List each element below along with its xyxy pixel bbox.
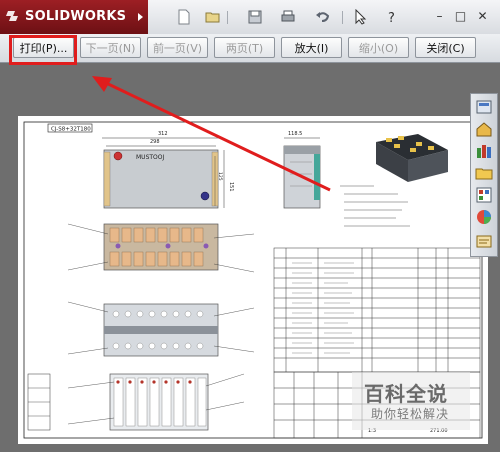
dim-side: 118.5 [288, 131, 302, 137]
watermark-subtitle: 助你轻松解决 [371, 407, 450, 421]
properties-icon[interactable] [475, 232, 493, 250]
dim-height-b: 125 [217, 172, 223, 181]
title-code: CJ-S8+32T180 [51, 127, 91, 133]
resources-icon[interactable] [475, 98, 493, 116]
dim-top2: 298 [150, 139, 160, 145]
solidworks-brand[interactable]: SOLIDWORKS [0, 0, 148, 34]
brand-text: SOLIDWORKS [25, 9, 127, 24]
print-button-highlight [9, 35, 77, 65]
home-icon[interactable] [475, 120, 493, 138]
dim-height-a: 151 [228, 182, 234, 192]
next-page-button[interactable]: 下一页(N) [80, 37, 141, 58]
restore-button[interactable]: □ [453, 9, 468, 24]
zoom-in-button[interactable]: 放大(I) [281, 37, 342, 58]
watermark-title: 百科全说 [364, 382, 448, 406]
palette-icon[interactable] [475, 186, 493, 204]
toolbar-separator [342, 11, 343, 24]
dim-top: 312 [158, 131, 168, 137]
bom-table [273, 247, 481, 373]
folder-icon[interactable] [475, 164, 493, 182]
title-bar: SOLIDWORKS ? – □ ✕ [0, 0, 500, 35]
two-page-button[interactable]: 两页(T) [214, 37, 275, 58]
zoom-out-button[interactable]: 缩小(O) [348, 37, 409, 58]
task-pane [470, 93, 498, 257]
save-icon[interactable] [247, 9, 263, 25]
close-preview-button[interactable]: 关闭(C) [415, 37, 476, 58]
help-icon[interactable]: ? [385, 9, 401, 25]
close-window-button[interactable]: ✕ [475, 9, 490, 24]
nameplate: MUSTOOJ [136, 154, 164, 161]
appearance-icon[interactable] [475, 208, 493, 226]
undo-icon[interactable] [315, 9, 331, 25]
toolbar-separator [227, 11, 228, 24]
minimize-button[interactable]: – [432, 9, 447, 24]
select-icon[interactable] [353, 9, 369, 25]
new-file-icon[interactable] [176, 9, 192, 25]
library-icon[interactable] [475, 142, 493, 160]
svg-text:?: ? [388, 11, 395, 25]
prev-page-button[interactable]: 前一页(V) [147, 37, 208, 58]
open-file-icon[interactable] [205, 9, 221, 25]
brand-menu-arrow-icon[interactable] [138, 13, 143, 21]
print-icon[interactable] [280, 9, 296, 25]
solidworks-logo-icon [6, 11, 18, 21]
